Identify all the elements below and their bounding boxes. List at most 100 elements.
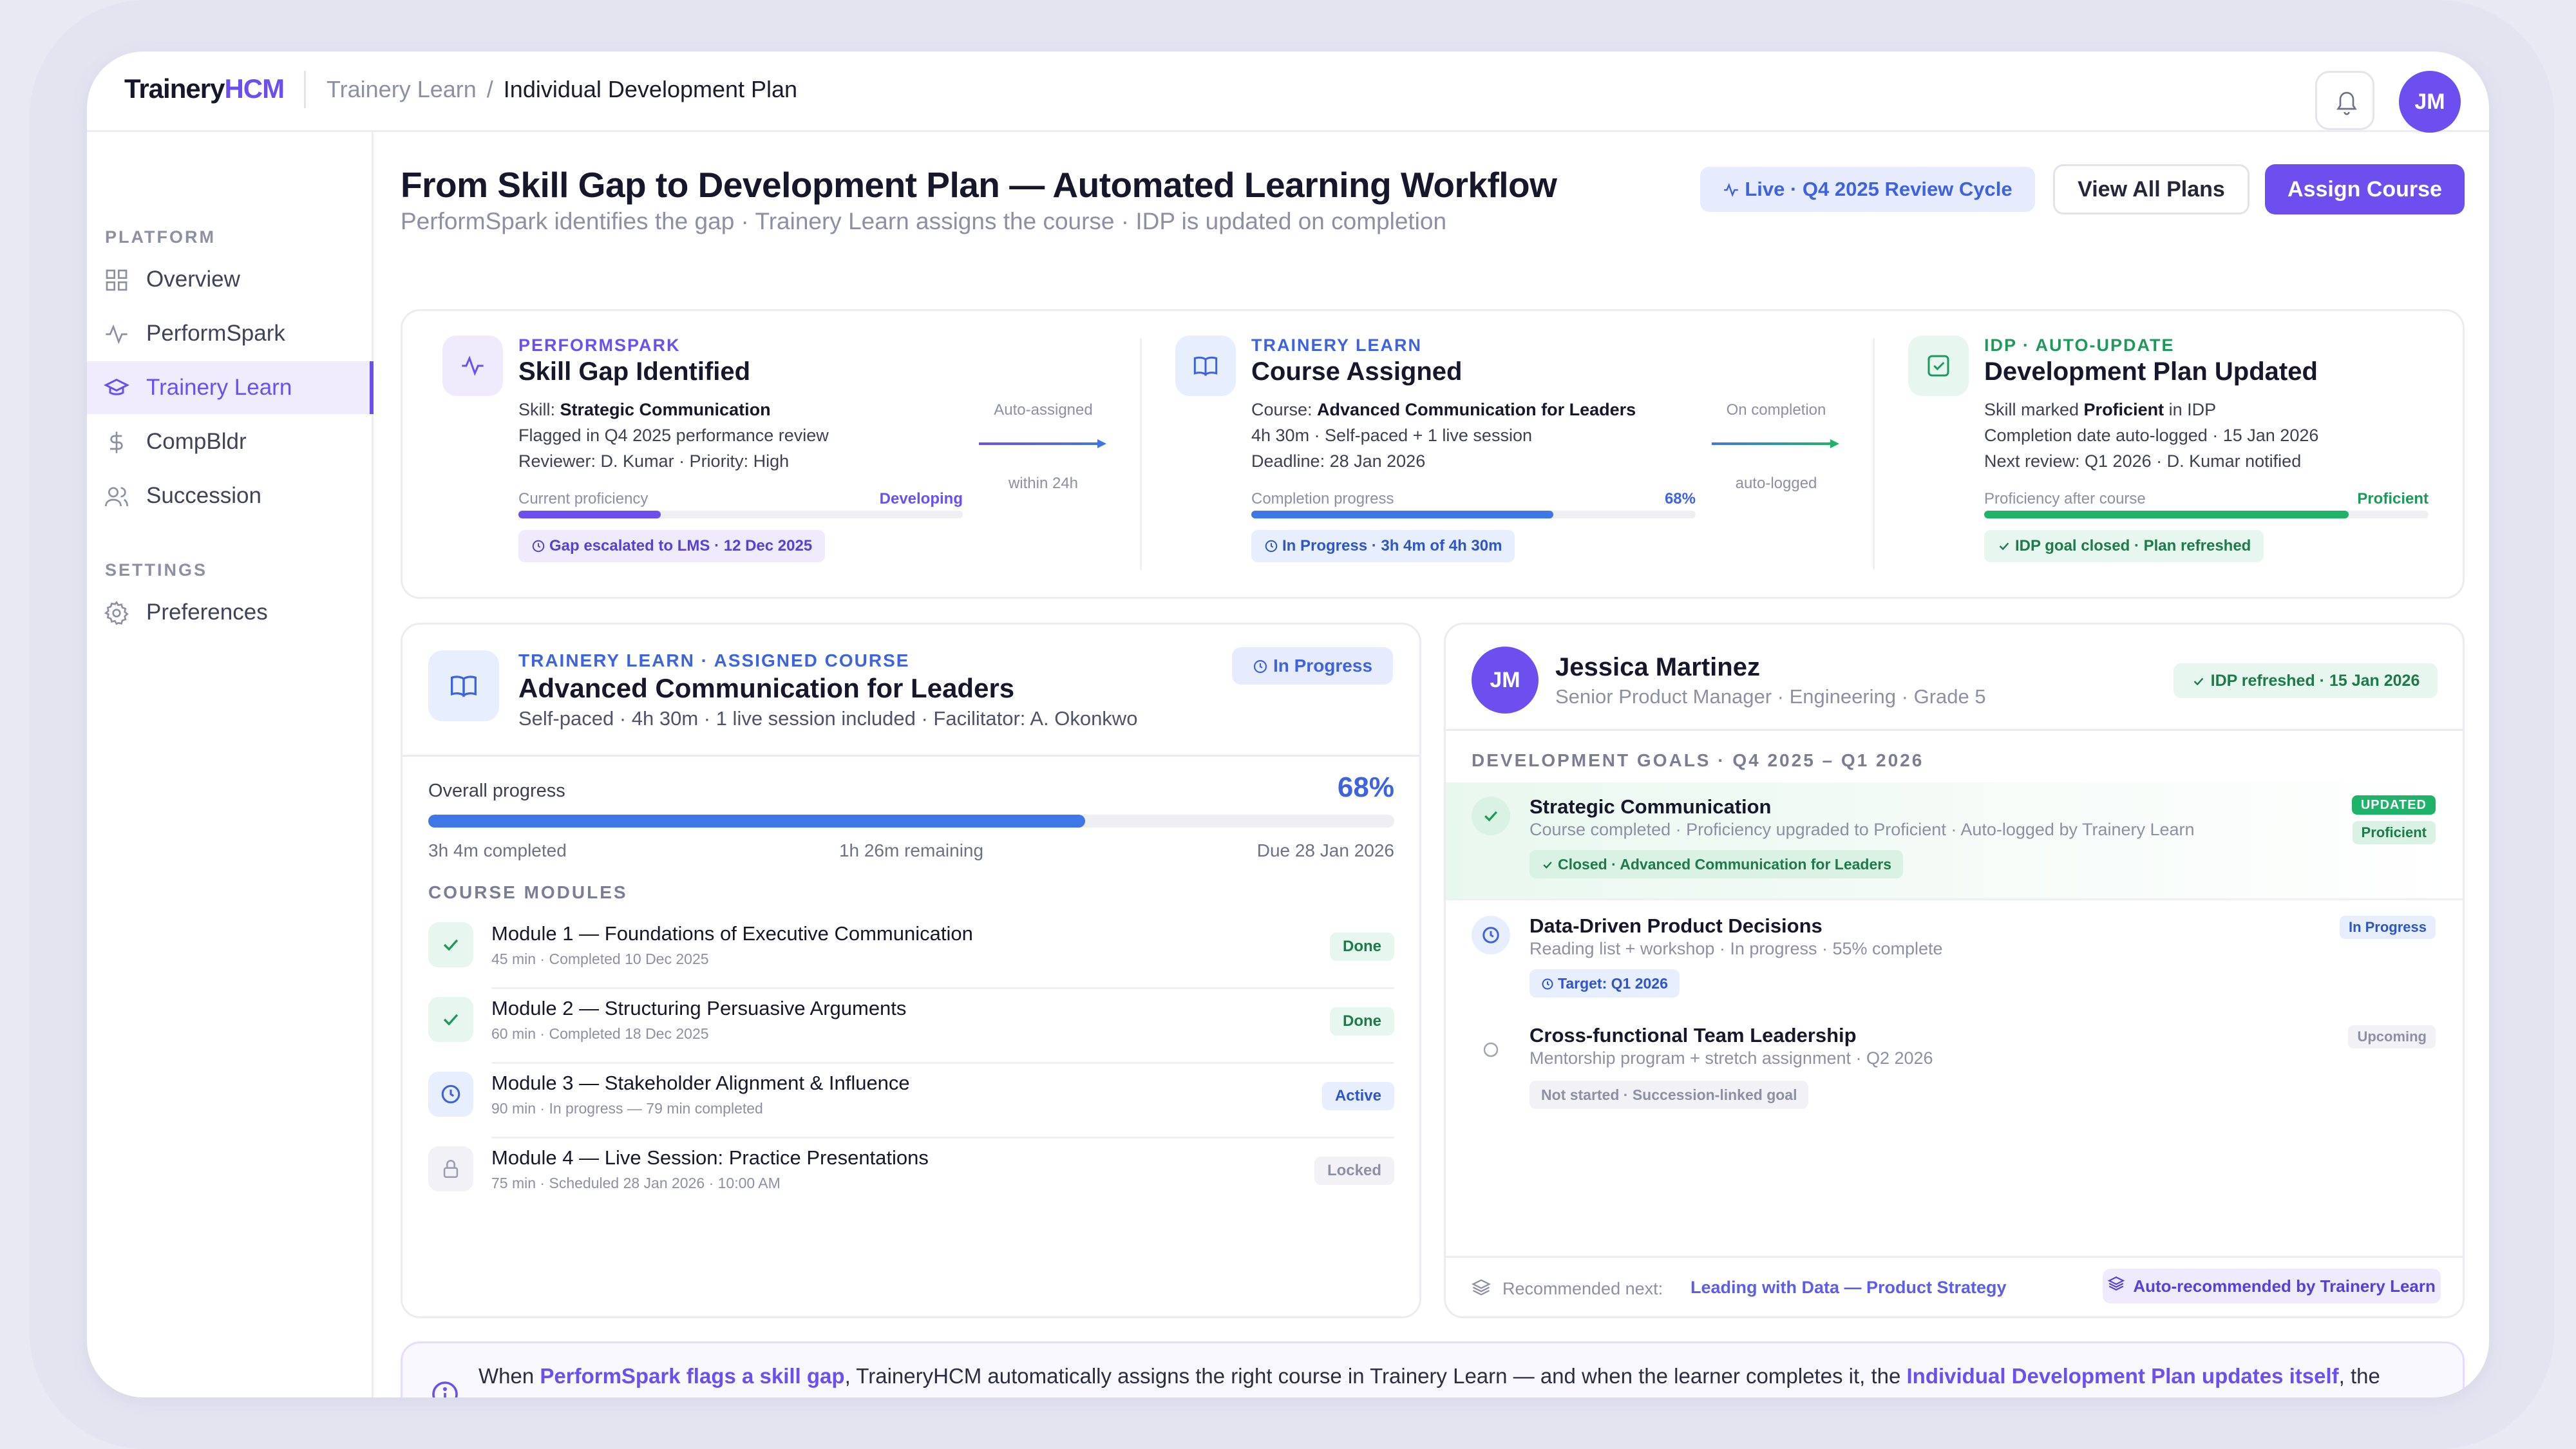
layers-icon bbox=[1471, 1279, 1492, 1296]
step-title: Development Plan Updated bbox=[1984, 357, 2318, 386]
clock-icon bbox=[532, 540, 545, 553]
sidebar-item-succession[interactable]: Succession bbox=[87, 469, 374, 522]
step-detail-next-review: Next review: Q1 2026 · D. Kumar notified bbox=[1984, 451, 2302, 471]
module-meta: 90 min · In progress — 79 min completed bbox=[491, 1100, 763, 1117]
sidebar-item-overview[interactable]: Overview bbox=[87, 253, 374, 306]
check-icon bbox=[1484, 811, 1497, 822]
detail-bold: Strategic Communication bbox=[560, 400, 771, 419]
app-logo[interactable]: TraineryHCM bbox=[124, 73, 285, 104]
clock-icon bbox=[1253, 659, 1267, 674]
goal-subtitle: Mentorship program + stretch assignment … bbox=[1530, 1048, 1933, 1068]
goal-row[interactable]: Strategic Communication Course completed… bbox=[1446, 782, 2463, 898]
step-divider bbox=[1140, 338, 1142, 570]
detail-prefix: Skill: bbox=[518, 400, 560, 419]
recommended-course-link[interactable]: Leading with Data — Product Strategy bbox=[1690, 1278, 2007, 1298]
step-tag: PERFORMSPARK bbox=[518, 336, 681, 355]
clock-icon bbox=[1265, 540, 1278, 553]
module-row[interactable]: Module 3 — Stakeholder Alignment & Influ… bbox=[428, 1064, 1394, 1139]
check-icon bbox=[1999, 542, 2009, 551]
info-highlight-performspark[interactable]: PerformSpark flags a skill gap bbox=[540, 1364, 844, 1388]
goal-row[interactable]: Data-Driven Product Decisions Reading li… bbox=[1446, 902, 2463, 1014]
sidebar-item-preferences[interactable]: Preferences bbox=[87, 586, 374, 639]
step-detail-course: Course: Advanced Communication for Leade… bbox=[1251, 400, 1636, 420]
module-title: Module 1 — Foundations of Executive Comm… bbox=[491, 922, 973, 945]
divider bbox=[1446, 1256, 2463, 1258]
info-text-part: When bbox=[478, 1364, 540, 1388]
overall-progress-track bbox=[428, 815, 1394, 828]
due-date: Due 28 Jan 2026 bbox=[1256, 840, 1394, 860]
book-icon bbox=[1193, 356, 1218, 377]
progress-track bbox=[1251, 511, 1696, 518]
step-title: Skill Gap Identified bbox=[518, 357, 751, 386]
module-status-badge: Done bbox=[1330, 1007, 1394, 1036]
circle-icon bbox=[1483, 1042, 1499, 1057]
sidebar-item-label: Preferences bbox=[146, 600, 268, 625]
module-title: Module 2 — Structuring Persuasive Argume… bbox=[491, 997, 907, 1019]
idp-refreshed-badge: IDP refreshed · 15 Jan 2026 bbox=[2174, 663, 2438, 698]
dollar-icon bbox=[110, 431, 123, 453]
workflow-step-skill-gap: PERFORMSPARK Skill Gap Identified Skill:… bbox=[428, 336, 1059, 587]
detail-prefix: Course: bbox=[1251, 400, 1318, 419]
chip-text: IDP goal closed · Plan refreshed bbox=[2015, 537, 2251, 554]
step-detail-duration: 4h 30m · Self-paced + 1 live session bbox=[1251, 426, 1532, 445]
breadcrumb-root[interactable]: Trainery Learn bbox=[327, 76, 477, 102]
notifications-button[interactable] bbox=[2315, 71, 2374, 130]
live-cycle-label: Live · Q4 2025 Review Cycle bbox=[1745, 178, 2012, 200]
clock-icon bbox=[1542, 978, 1553, 990]
connector-auto-assigned: Auto-assigned within 24h bbox=[969, 401, 1117, 492]
detail-suffix: in IDP bbox=[2164, 400, 2217, 419]
info-highlight-idp[interactable]: Individual Development Plan updates itse… bbox=[1907, 1364, 2339, 1388]
label-text: Recommended next: bbox=[1502, 1279, 1663, 1298]
live-cycle-pill: Live · Q4 2025 Review Cycle bbox=[1700, 167, 2035, 212]
goal-title: Cross-functional Team Leadership bbox=[1530, 1024, 1857, 1046]
goal-status-badge: Upcoming bbox=[2348, 1025, 2436, 1048]
user-avatar[interactable]: JM bbox=[2399, 71, 2461, 133]
sidebar-item-trainery-learn[interactable]: Trainery Learn bbox=[87, 361, 374, 414]
sidebar-item-compbldr[interactable]: CompBldr bbox=[87, 415, 374, 468]
progress-value: Developing bbox=[879, 490, 963, 507]
progress-value: Proficient bbox=[2357, 490, 2429, 507]
view-all-plans-button[interactable]: View All Plans bbox=[2053, 164, 2249, 214]
step-status-chip: IDP goal closed · Plan refreshed bbox=[1984, 530, 2264, 562]
top-bar: TraineryHCM Trainery Learn / Individual De… bbox=[87, 52, 2489, 133]
module-meta: 75 min · Scheduled 28 Jan 2026 · 10:00 A… bbox=[491, 1175, 781, 1191]
module-row[interactable]: Module 4 — Live Session: Practice Presen… bbox=[428, 1139, 1394, 1213]
course-tag: TRAINERY LEARN · ASSIGNED COURSE bbox=[518, 650, 910, 670]
module-row[interactable]: Module 1 — Foundations of Executive Comm… bbox=[428, 914, 1394, 989]
info-banner: When PerformSpark flags a skill gap, Tra… bbox=[401, 1341, 2465, 1397]
chip-text: Gap escalated to LMS · 12 Dec 2025 bbox=[549, 537, 813, 554]
module-status-badge: Done bbox=[1330, 933, 1394, 961]
detail-bold: Proficient bbox=[2083, 400, 2164, 419]
pulse-icon bbox=[462, 355, 484, 376]
gear-icon bbox=[104, 601, 129, 625]
goal-title: Data-Driven Product Decisions bbox=[1530, 914, 1823, 937]
topbar-divider bbox=[304, 71, 306, 108]
step-tag: IDP · AUTO-UPDATE bbox=[1984, 336, 2175, 355]
module-title: Module 3 — Stakeholder Alignment & Influ… bbox=[491, 1072, 910, 1094]
course-title[interactable]: Advanced Communication for Leaders bbox=[518, 673, 1014, 704]
progress-fill bbox=[1984, 511, 2349, 518]
goal-status-icon bbox=[1472, 916, 1510, 954]
pulse-icon bbox=[106, 324, 128, 345]
chip-text: Closed · Advanced Communication for Lead… bbox=[1558, 856, 1892, 873]
employee-name[interactable]: Jessica Martinez bbox=[1555, 653, 1760, 682]
connector-top-label: On completion bbox=[1726, 401, 1826, 419]
chip-text: Auto-recommended by Trainery Learn bbox=[2133, 1276, 2436, 1296]
goal-row[interactable]: Cross-functional Team Leadership Mentors… bbox=[1446, 1018, 2463, 1127]
workflow-step-course-assigned: TRAINERY LEARN Course Assigned Course: A… bbox=[1161, 336, 1792, 587]
module-meta: 45 min · Completed 10 Dec 2025 bbox=[491, 951, 709, 967]
step-detail-skill: Skill: Strategic Communication bbox=[518, 400, 771, 420]
module-row[interactable]: Module 2 — Structuring Persuasive Argume… bbox=[428, 989, 1394, 1064]
assign-course-button[interactable]: Assign Course bbox=[2265, 164, 2465, 214]
step-detail-completion: Completion date auto-logged · 15 Jan 202… bbox=[1984, 426, 2319, 445]
sidebar-heading-settings: SETTINGS bbox=[105, 560, 208, 580]
overall-progress-fill bbox=[428, 815, 1085, 828]
sidebar-item-performspark[interactable]: PerformSpark bbox=[87, 307, 374, 360]
check-icon bbox=[1543, 862, 1552, 869]
info-text-part: , TraineryHCM automatically assigns the … bbox=[844, 1364, 1907, 1388]
check-icon bbox=[443, 1014, 459, 1026]
progress-label: Proficiency after course bbox=[1984, 490, 2146, 507]
connector-on-completion: On completion auto-logged bbox=[1702, 401, 1850, 492]
goal-chip: Target: Q1 2026 bbox=[1530, 969, 1680, 998]
divider bbox=[1446, 729, 2463, 731]
